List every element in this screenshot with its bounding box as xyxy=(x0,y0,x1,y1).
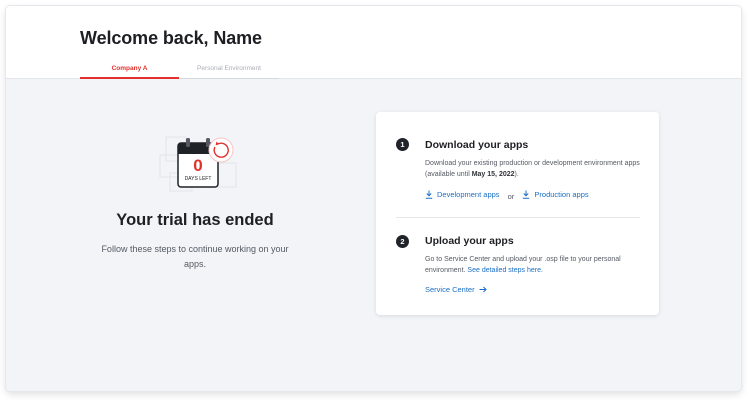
production-apps-link[interactable]: Production apps xyxy=(522,190,589,199)
download-links: Development apps or Production apps xyxy=(425,190,589,201)
service-center-row: Service Center xyxy=(425,285,487,294)
step-1-title: Download your apps xyxy=(425,139,529,151)
step-1-description-suffix: ). xyxy=(514,171,519,178)
service-center-label: Service Center xyxy=(425,285,475,294)
step-2-title: Upload your apps xyxy=(425,235,514,247)
step-2-description: Go to Service Center and upload your .os… xyxy=(425,254,640,276)
trial-ended-title: Your trial has ended xyxy=(116,211,274,229)
app-window: Welcome back, Name Company A Personal En… xyxy=(6,6,741,391)
steps-divider xyxy=(396,217,640,218)
step-1-badge: 1 xyxy=(396,138,409,151)
step-1-description-date: May 15, 2022 xyxy=(471,171,515,178)
download-icon xyxy=(523,190,530,199)
page-header: Welcome back, Name Company A Personal En… xyxy=(6,6,741,79)
days-left-label: DAYS LEFT xyxy=(184,176,212,182)
development-apps-label: Development apps xyxy=(437,190,500,199)
days-left-number: 0 xyxy=(193,156,203,175)
step-2-badge: 2 xyxy=(396,235,409,248)
calendar-illustration: 0 DAYS LEFT xyxy=(158,123,242,199)
production-apps-label: Production apps xyxy=(534,190,589,199)
step-1-description: Download your existing production or dev… xyxy=(425,158,640,180)
trial-ended-description: Follow these steps to continue working o… xyxy=(101,244,289,269)
steps-card: 1 Download your apps Download your exist… xyxy=(376,112,659,315)
step-1-description-text: Download your existing production or dev… xyxy=(425,160,640,178)
page-title: Welcome back, Name xyxy=(80,28,262,48)
detailed-steps-link[interactable]: See detailed steps here. xyxy=(467,267,543,274)
tab-personal-environment[interactable]: Personal Environment xyxy=(179,64,279,79)
tab-company-a[interactable]: Company A xyxy=(80,64,179,79)
development-apps-link[interactable]: Development apps xyxy=(425,190,500,199)
download-icon xyxy=(425,190,433,199)
arrow-right-icon xyxy=(479,286,487,293)
links-separator: or xyxy=(507,192,515,201)
service-center-link[interactable]: Service Center xyxy=(425,285,487,294)
